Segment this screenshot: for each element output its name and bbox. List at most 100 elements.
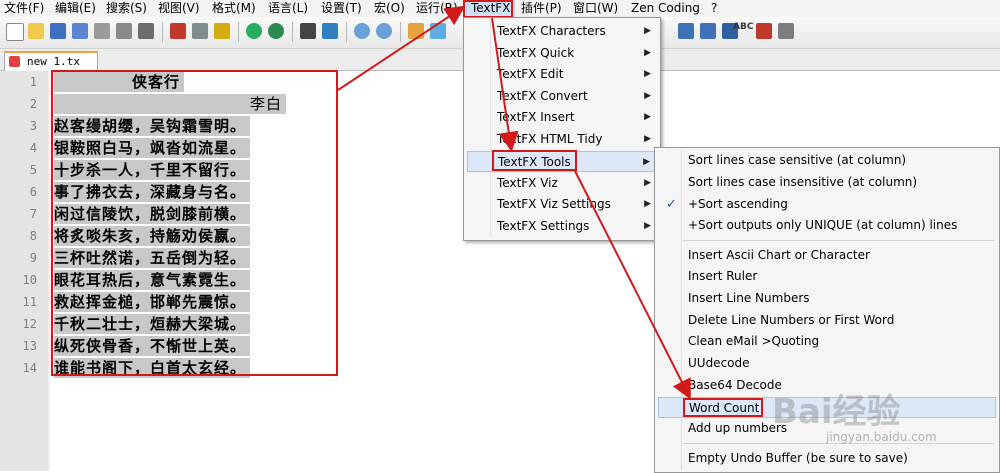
document-map-icon[interactable] xyxy=(778,23,794,39)
textfx-tools-highlight-box xyxy=(492,150,577,171)
submenu-arrow-icon: ▶ xyxy=(643,157,650,167)
submenu-arrow-icon: ▶ xyxy=(644,221,651,231)
close-icon[interactable] xyxy=(94,23,110,39)
open-file-icon[interactable] xyxy=(28,23,44,39)
menu-item-label: +Sort outputs only UNIQUE (at column) li… xyxy=(688,218,958,232)
menu-file[interactable]: 文件(F) xyxy=(4,1,44,16)
submenu-arrow-icon: ▶ xyxy=(644,178,651,188)
line-number: 13 xyxy=(22,339,37,353)
menu-item-insert-ascii-chart[interactable]: Insert Ascii Chart or Character xyxy=(658,245,996,266)
toolbar-separator xyxy=(400,22,401,42)
menu-edit[interactable]: 编辑(E) xyxy=(55,1,96,16)
menu-item-clean-email-quoting[interactable]: Clean eMail >Quoting xyxy=(658,331,996,352)
line-number: 14 xyxy=(22,361,37,375)
line-number: 9 xyxy=(29,251,37,265)
menu-item-textfx-viz-settings[interactable]: TextFX Viz Settings ▶ xyxy=(467,194,657,215)
menu-item-delete-line-numbers[interactable]: Delete Line Numbers or First Word xyxy=(658,310,996,331)
zoom-in-icon[interactable] xyxy=(354,23,370,39)
menu-item-textfx-characters[interactable]: TextFX Characters ▶ xyxy=(467,21,657,42)
menu-view[interactable]: 视图(V) xyxy=(158,1,200,16)
menu-item-label: Insert Ruler xyxy=(688,269,758,283)
cut-icon[interactable] xyxy=(170,23,186,39)
menu-help[interactable]: ? xyxy=(711,1,717,16)
menu-item-sort-unique[interactable]: +Sort outputs only UNIQUE (at column) li… xyxy=(658,215,996,236)
menu-item-label: Sort lines case insensitive (at column) xyxy=(688,175,918,189)
menu-window[interactable]: 窗口(W) xyxy=(573,1,618,16)
menu-item-label: Empty Undo Buffer (be sure to save) xyxy=(688,451,908,465)
menu-item-label: TextFX HTML Tidy xyxy=(497,132,603,146)
menu-format[interactable]: 格式(M) xyxy=(212,1,256,16)
menu-item-label: +Sort ascending xyxy=(688,197,788,211)
menu-item-textfx-edit[interactable]: TextFX Edit ▶ xyxy=(467,64,657,85)
undo-icon[interactable] xyxy=(246,23,262,39)
menu-item-label: TextFX Settings xyxy=(497,219,590,233)
menu-item-insert-line-numbers[interactable]: Insert Line Numbers xyxy=(658,288,996,309)
menu-item-label: Insert Ascii Chart or Character xyxy=(688,248,870,262)
new-file-icon[interactable] xyxy=(6,23,24,41)
paste-icon[interactable] xyxy=(214,23,230,39)
menu-item-textfx-viz[interactable]: TextFX Viz ▶ xyxy=(467,173,657,194)
line-number: 3 xyxy=(29,119,37,133)
sync-scroll-icon[interactable] xyxy=(408,23,424,39)
wrap-icon[interactable] xyxy=(430,23,446,39)
textfx-highlight-box xyxy=(463,0,513,18)
submenu-arrow-icon: ▶ xyxy=(644,91,651,101)
menu-zen-coding[interactable]: Zen Coding xyxy=(631,1,700,16)
menu-run[interactable]: 运行(R) xyxy=(416,1,458,16)
toolbar-separator xyxy=(238,22,239,42)
checkmark-icon: ✓ xyxy=(666,197,677,212)
menu-item-sort-case-sensitive[interactable]: Sort lines case sensitive (at column) xyxy=(658,150,996,171)
line-number: 6 xyxy=(29,185,37,199)
menu-item-sort-ascending[interactable]: ✓ +Sort ascending xyxy=(658,194,996,215)
line-number: 5 xyxy=(29,163,37,177)
find-icon[interactable] xyxy=(300,23,316,39)
menu-item-textfx-settings[interactable]: TextFX Settings ▶ xyxy=(467,216,657,237)
toolbar-separator xyxy=(292,22,293,42)
pdf-icon[interactable] xyxy=(756,23,772,39)
save-all-icon[interactable] xyxy=(72,23,88,39)
menu-item-label: TextFX Characters xyxy=(497,24,606,38)
zoom-out-icon[interactable] xyxy=(376,23,392,39)
menu-plugins[interactable]: 插件(P) xyxy=(521,1,562,16)
tab-new-1[interactable]: new 1.tx xyxy=(4,51,98,71)
menu-item-textfx-convert[interactable]: TextFX Convert ▶ xyxy=(467,86,657,107)
menu-macro[interactable]: 宏(O) xyxy=(374,1,405,16)
menu-separator xyxy=(683,240,995,241)
menu-item-label: TextFX Convert xyxy=(497,89,588,103)
menu-item-uudecode[interactable]: UUdecode xyxy=(658,353,996,374)
line-number-gutter: 1 2 3 4 5 6 7 8 9 10 11 12 13 14 xyxy=(0,71,50,471)
menu-item-empty-undo-buffer[interactable]: Empty Undo Buffer (be sure to save) xyxy=(658,448,996,469)
close-all-icon[interactable] xyxy=(116,23,132,39)
menu-item-sort-case-insensitive[interactable]: Sort lines case insensitive (at column) xyxy=(658,172,996,193)
menu-language[interactable]: 语言(L) xyxy=(268,1,308,16)
redo-icon[interactable] xyxy=(268,23,284,39)
menu-item-label: TextFX Edit xyxy=(497,67,564,81)
tab-label: new 1.tx xyxy=(27,55,80,68)
menu-item-textfx-quick[interactable]: TextFX Quick ▶ xyxy=(467,43,657,64)
print-icon[interactable] xyxy=(138,23,154,39)
toolbar-separator xyxy=(162,22,163,42)
submenu-arrow-icon: ▶ xyxy=(644,112,651,122)
line-number: 4 xyxy=(29,141,37,155)
menu-item-label: Sort lines case sensitive (at column) xyxy=(688,153,907,167)
menu-item-label: UUdecode xyxy=(688,356,750,370)
macro-run-icon[interactable] xyxy=(700,23,716,39)
menu-item-textfx-insert[interactable]: TextFX Insert ▶ xyxy=(467,107,657,128)
menu-search[interactable]: 搜索(S) xyxy=(106,1,147,16)
spell-check-icon[interactable]: ABC xyxy=(733,22,753,32)
toolbar-separator xyxy=(346,22,347,42)
macro-play-icon[interactable] xyxy=(678,23,694,39)
replace-icon[interactable] xyxy=(322,23,338,39)
save-icon[interactable] xyxy=(50,23,66,39)
unsaved-file-icon xyxy=(9,56,20,67)
textfx-dropdown-menu: TextFX Characters ▶ TextFX Quick ▶ TextFX … xyxy=(463,17,661,241)
submenu-arrow-icon: ▶ xyxy=(644,26,651,36)
menu-item-label: Clean eMail >Quoting xyxy=(688,334,820,348)
menu-settings[interactable]: 设置(T) xyxy=(321,1,362,16)
menu-item-textfx-html-tidy[interactable]: TextFX HTML Tidy ▶ xyxy=(467,129,657,150)
submenu-arrow-icon: ▶ xyxy=(644,69,651,79)
copy-icon[interactable] xyxy=(192,23,208,39)
menu-item-label: Delete Line Numbers or First Word xyxy=(688,313,895,327)
menu-item-insert-ruler[interactable]: Insert Ruler xyxy=(658,266,996,287)
menu-item-label: TextFX Quick xyxy=(497,46,575,60)
